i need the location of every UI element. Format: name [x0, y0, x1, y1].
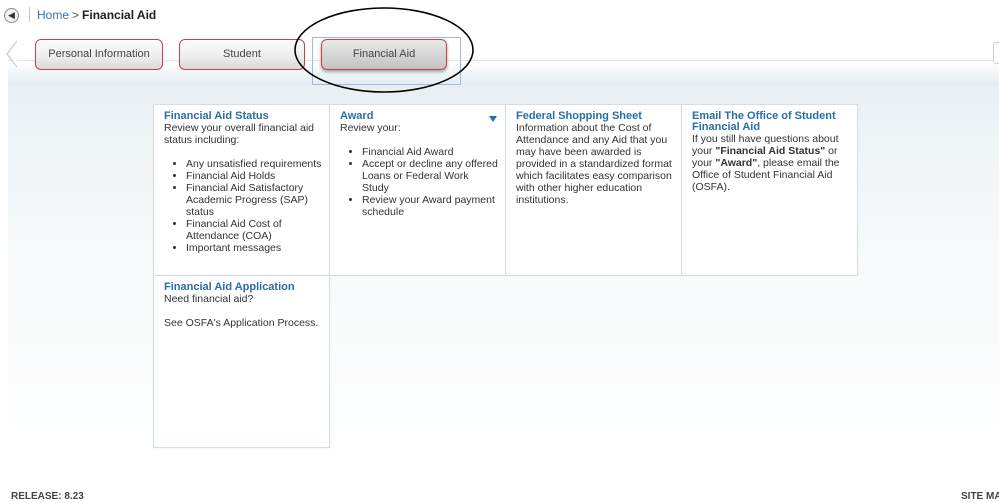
card-title[interactable]: Email The Office of Student Financial Ai… — [692, 111, 850, 133]
list-item: Review your Award payment schedule — [362, 194, 498, 218]
breadcrumb: Home > Financial Aid — [37, 8, 156, 22]
card-intro: Review your overall financial aid status… — [164, 122, 314, 146]
release-label: RELEASE: 8.23 — [11, 491, 84, 502]
card-award[interactable]: Award Review your: Financial Aid Award A… — [329, 104, 506, 276]
card-title[interactable]: Award — [340, 111, 498, 122]
card-title[interactable]: Federal Shopping Sheet — [516, 111, 674, 122]
list-item: Any unsatisfied requirements — [186, 158, 322, 170]
body-emphasis: "Financial Aid Status" — [715, 145, 826, 157]
sitemap-link[interactable]: SITE MA — [961, 491, 999, 502]
tab-student[interactable]: Student — [179, 39, 305, 70]
list-item: Accept or decline any offered Loans or F… — [362, 158, 498, 194]
breadcrumb-divider — [29, 7, 30, 22]
breadcrumb-home-link[interactable]: Home — [37, 8, 69, 22]
breadcrumb-current: Financial Aid — [82, 8, 157, 22]
card-federal-shopping-sheet[interactable]: Federal Shopping Sheet Information about… — [505, 104, 682, 276]
card-body: Information about the Cost of Attendance… — [516, 122, 672, 206]
list-item: Financial Aid Cost of Attendance (COA) — [186, 218, 322, 242]
card-body: If you still have questions about your "… — [692, 133, 850, 193]
card-financial-aid-application[interactable]: Financial Aid Application Need financial… — [153, 275, 330, 448]
annotation-circle — [294, 7, 474, 93]
award-list: Financial Aid Award Accept or decline an… — [340, 146, 498, 218]
card-intro: Review your: — [340, 122, 401, 134]
list-item: Financial Aid Holds — [186, 170, 322, 182]
status-list: Any unsatisfied requirements Financial A… — [164, 158, 322, 254]
card-title[interactable]: Financial Aid Status — [164, 111, 322, 122]
card-line: Need financial aid? — [164, 293, 254, 305]
body-emphasis: "Award" — [715, 157, 758, 169]
back-arrow-icon[interactable]: ◀ — [4, 8, 19, 23]
card-title[interactable]: Financial Aid Application — [164, 282, 322, 293]
scroll-left-arrow-icon[interactable] — [6, 40, 17, 68]
card-email-osfa[interactable]: Email The Office of Student Financial Ai… — [681, 104, 858, 276]
list-item: Financial Aid Satisfactory Academic Prog… — [186, 182, 322, 218]
dropdown-caret-icon[interactable] — [489, 116, 497, 122]
card-line: See OSFA's Application Process. — [164, 317, 319, 329]
card-financial-aid-status[interactable]: Financial Aid Status Review your overall… — [153, 104, 330, 276]
scroll-right-arrow-icon[interactable] — [993, 42, 999, 64]
tab-personal-information[interactable]: Personal Information — [35, 39, 163, 70]
list-item: Important messages — [186, 242, 322, 254]
list-item: Financial Aid Award — [362, 146, 498, 158]
breadcrumb-separator: > — [72, 8, 80, 22]
